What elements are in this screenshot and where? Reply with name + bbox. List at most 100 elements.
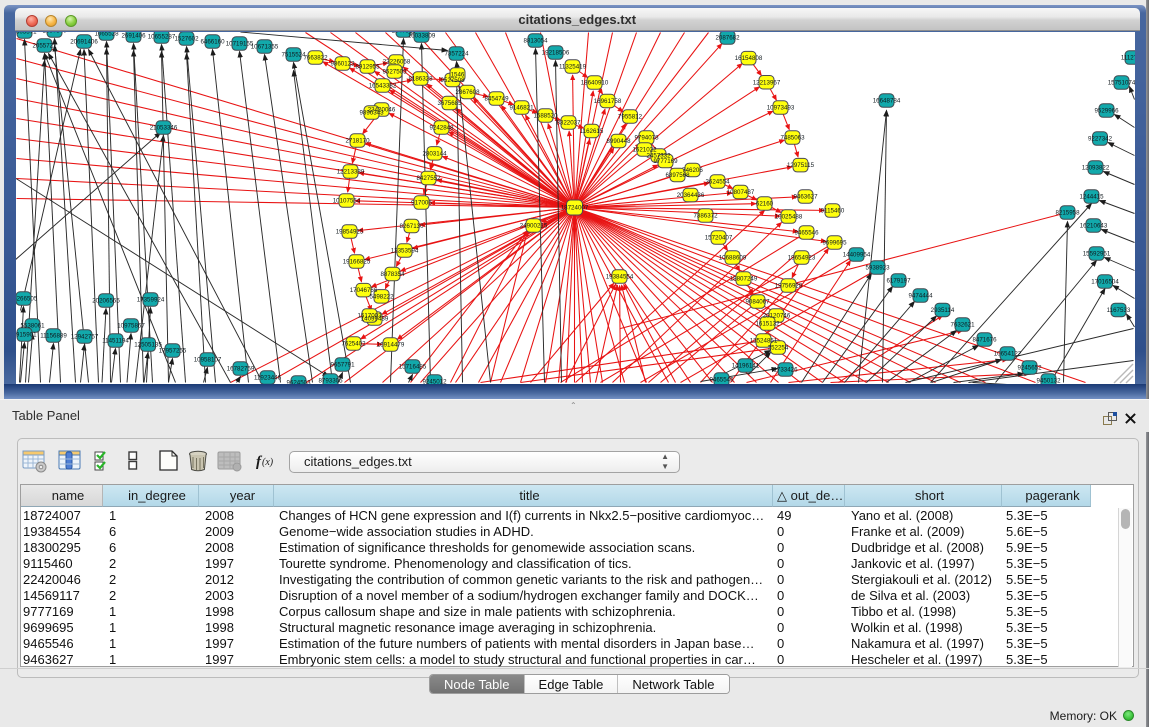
svg-text:9527505: 9527505 — [382, 68, 407, 75]
svg-text:16648784: 16648784 — [872, 97, 900, 104]
svg-text:1065528: 1065528 — [94, 32, 119, 38]
svg-text:18724007: 18724007 — [560, 204, 588, 211]
svg-text:9115460: 9115460 — [820, 207, 844, 214]
svg-text:26266505: 26266505 — [16, 295, 38, 302]
svg-text:14409954: 14409954 — [842, 251, 870, 258]
svg-text:9242848: 9242848 — [429, 124, 454, 131]
svg-text:18640910: 18640910 — [580, 79, 608, 86]
svg-text:8605571: 8605571 — [16, 32, 37, 36]
svg-text:11923446: 11923446 — [253, 374, 281, 381]
svg-text:10958107: 10958107 — [193, 356, 221, 363]
svg-text:10655287: 10655287 — [147, 33, 175, 40]
svg-text:9657791: 9657791 — [330, 361, 355, 368]
svg-text:16782759: 16782759 — [226, 365, 254, 372]
svg-text:8267130: 8267130 — [399, 223, 424, 230]
svg-text:17016504: 17016504 — [1091, 278, 1119, 285]
svg-text:2935114: 2935114 — [930, 307, 954, 314]
svg-text:5938923: 5938923 — [865, 264, 890, 271]
svg-text:252254: 252254 — [767, 344, 788, 351]
svg-text:11325419: 11325419 — [558, 63, 586, 70]
svg-text:9896343: 9896343 — [359, 109, 384, 116]
svg-text:1733426: 1733426 — [773, 366, 798, 373]
svg-text:7485063: 7485063 — [780, 134, 805, 141]
svg-text:2087682: 2087682 — [715, 34, 740, 41]
svg-text:9699695: 9699695 — [822, 239, 847, 246]
svg-text:10807487: 10807487 — [726, 189, 754, 196]
svg-text:746206: 746206 — [682, 167, 703, 174]
svg-text:10719155: 10719155 — [225, 40, 253, 47]
svg-text:2803144: 2803144 — [422, 150, 447, 157]
svg-text:15720407: 15720407 — [704, 234, 732, 241]
svg-text:1897340: 1897340 — [42, 32, 67, 35]
svg-text:24900215: 24900215 — [519, 222, 547, 229]
svg-text:16961758: 16961758 — [593, 98, 621, 105]
svg-text:2691406: 2691406 — [121, 32, 146, 39]
svg-text:1615132: 1615132 — [755, 320, 780, 327]
svg-text:11156889: 11156889 — [40, 332, 67, 339]
svg-text:6179197: 6179197 — [886, 277, 911, 284]
svg-text:3624554: 3624554 — [705, 178, 730, 185]
svg-text:17359924: 17359924 — [136, 296, 164, 303]
svg-text:16033809: 16033809 — [407, 32, 435, 39]
svg-text:7955812: 7955812 — [617, 113, 642, 120]
svg-text:12353594: 12353594 — [390, 247, 418, 254]
svg-text:10107554: 10107554 — [332, 197, 360, 204]
svg-text:9245652: 9245652 — [1017, 364, 1042, 371]
svg-text:5498222: 5498222 — [369, 293, 394, 300]
svg-text:9624503: 9624503 — [286, 379, 311, 384]
svg-text:1527602: 1527602 — [174, 35, 199, 42]
svg-text:1588520: 1588520 — [533, 112, 558, 119]
svg-text:9529966: 9529966 — [1094, 107, 1119, 114]
svg-text:8471676: 8471676 — [972, 336, 997, 343]
svg-text:8186328: 8186328 — [408, 75, 433, 82]
svg-text:20120746: 20120746 — [762, 312, 790, 319]
svg-text:23226058: 23226058 — [382, 58, 410, 65]
svg-text:1546: 1546 — [450, 71, 464, 78]
svg-text:19654923: 19654923 — [787, 254, 815, 261]
svg-text:1244415: 1244415 — [1079, 193, 1104, 200]
svg-text:9465546: 9465546 — [709, 376, 734, 383]
svg-text:16210643: 16210643 — [1079, 222, 1107, 229]
svg-text:917006: 917006 — [411, 199, 432, 206]
svg-text:9860123: 9860123 — [330, 60, 355, 67]
svg-text:8454749: 8454749 — [484, 95, 509, 102]
svg-text:10975867: 10975867 — [117, 322, 145, 329]
svg-text:20691406: 20691406 — [70, 38, 98, 45]
svg-text:14196141: 14196141 — [731, 362, 759, 369]
svg-text:12975115: 12975115 — [786, 162, 814, 169]
svg-text:9227342: 9227342 — [1087, 135, 1112, 142]
svg-text:16914479: 16914479 — [376, 341, 404, 348]
svg-text:15716485: 15716485 — [398, 363, 426, 370]
svg-text:9474444: 9474444 — [908, 292, 933, 299]
svg-text:20206565: 20206565 — [92, 297, 120, 304]
svg-text:9245012: 9245012 — [422, 378, 447, 384]
svg-text:2055721: 2055721 — [32, 42, 57, 49]
svg-text:8990448: 8990448 — [606, 138, 631, 145]
svg-text:8427552: 8427552 — [416, 175, 441, 182]
svg-text:12213967: 12213967 — [752, 79, 780, 86]
svg-text:5538061: 5538061 — [20, 322, 45, 329]
svg-text:10025488: 10025488 — [774, 213, 802, 220]
svg-text:6466160: 6466160 — [200, 38, 225, 45]
svg-text:11451194: 11451194 — [102, 337, 129, 344]
svg-text:19854925: 19854925 — [335, 228, 363, 235]
svg-text:20364436: 20364436 — [676, 192, 704, 199]
svg-text:8878354: 8878354 — [380, 271, 405, 278]
svg-text:12942757: 12942757 — [70, 333, 98, 340]
svg-text:2867608: 2867608 — [455, 89, 480, 96]
svg-text:19166825: 19166825 — [342, 258, 370, 265]
svg-text:7625402: 7625402 — [341, 340, 366, 347]
svg-text:9146821: 9146821 — [509, 104, 534, 111]
svg-text:9794078: 9794078 — [634, 134, 659, 141]
svg-text:1167533: 1167533 — [1106, 307, 1130, 314]
svg-text:10671355: 10671355 — [250, 43, 278, 50]
svg-text:9084067: 9084067 — [745, 298, 770, 305]
svg-text:10688609: 10688609 — [718, 254, 746, 261]
svg-text:62160: 62160 — [755, 200, 773, 207]
svg-text:15592951: 15592951 — [1082, 250, 1110, 257]
svg-text:19218506: 19218506 — [541, 49, 569, 56]
svg-text:7515524: 7515524 — [281, 51, 306, 58]
svg-text:3915901: 3915901 — [16, 331, 37, 338]
svg-text:2718170: 2718170 — [345, 137, 370, 144]
svg-text:10973493: 10973493 — [766, 104, 794, 111]
